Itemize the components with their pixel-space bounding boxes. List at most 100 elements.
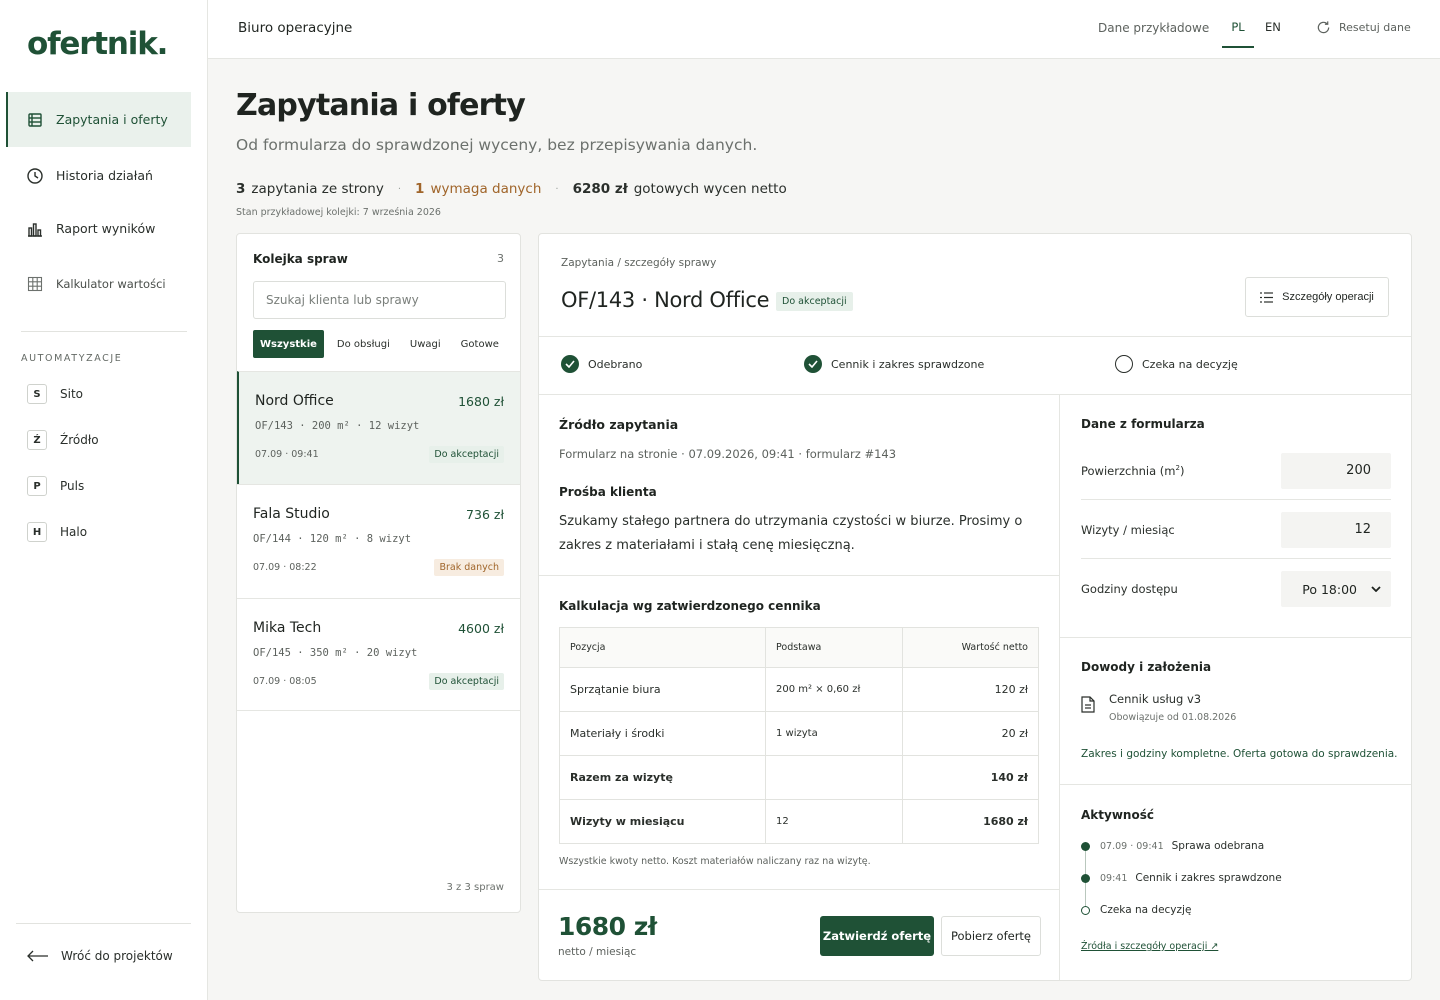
timeline-dot bbox=[1081, 873, 1090, 883]
operation-details-button[interactable]: Szczegóły operacji bbox=[1245, 277, 1389, 317]
hours-select[interactable]: Po 18:00 bbox=[1281, 571, 1391, 607]
activity-time: 07.09 · 09:41 bbox=[1100, 840, 1164, 852]
case-meta: OF/145 · 350 m² · 20 wizyt bbox=[253, 647, 418, 659]
sidebar-item-report[interactable]: Raport wyników bbox=[6, 201, 191, 256]
step-received: Odebrano bbox=[561, 355, 642, 373]
detail-breadcrumb: Zapytania / szczegóły sprawy bbox=[561, 257, 717, 269]
activity-label: Sprawa odebrana bbox=[1171, 840, 1265, 852]
filter-notes[interactable]: Uwagi bbox=[403, 330, 448, 358]
automation-badge: P bbox=[27, 476, 47, 496]
status-badge: Do akceptacji bbox=[429, 446, 504, 463]
form-row-hours: Godziny dostępu Po 18:00 bbox=[1081, 560, 1391, 618]
automation-label: Sito bbox=[60, 387, 83, 401]
cell-value: 120 zł bbox=[902, 667, 1039, 712]
case-amount: 736 zł bbox=[466, 507, 504, 522]
summary-stats: 3 zapytania ze strony · 1 wymaga danych … bbox=[236, 181, 787, 197]
automation-zrodlo[interactable]: Ź Źródło bbox=[27, 430, 99, 450]
cell-value: 140 zł bbox=[902, 755, 1039, 800]
separator-dot: · bbox=[397, 183, 402, 195]
sidebar-item-calculator[interactable]: Kalkulator wartości bbox=[6, 256, 191, 311]
form-row-visits: Wizyty / miesiąc bbox=[1081, 501, 1391, 559]
cell-item: Materiały i środki bbox=[559, 711, 766, 756]
form-row-area: Powierzchnia (m2) bbox=[1081, 442, 1391, 500]
inquiries-count: 3 bbox=[236, 181, 246, 197]
lang-en-button[interactable]: EN bbox=[1265, 20, 1281, 46]
case-meta: OF/144 · 120 m² · 8 wizyt bbox=[253, 533, 412, 545]
status-badge: Do akceptacji bbox=[429, 673, 504, 690]
calc-title: Kalkulacja wg zatwierdzonego cennika bbox=[559, 599, 821, 613]
visits-input[interactable] bbox=[1281, 511, 1391, 548]
cell-value: 20 zł bbox=[902, 711, 1039, 756]
area-input[interactable] bbox=[1281, 452, 1391, 489]
empty-circle-icon bbox=[1115, 355, 1133, 373]
sample-data-label: Dane przykładowe bbox=[1098, 21, 1210, 35]
timeline-dot bbox=[1081, 905, 1090, 915]
case-item[interactable]: Nord Office 1680 zł OF/143 · 200 m² · 12… bbox=[237, 371, 520, 484]
automation-badge: H bbox=[27, 522, 47, 542]
activity-label: Cennik i zakres sprawdzone bbox=[1135, 872, 1282, 884]
step-checked: Cennik i zakres sprawdzone bbox=[804, 355, 984, 373]
sidebar-item-label: Historia działań bbox=[56, 168, 153, 183]
cell-base: 1 wizyta bbox=[765, 711, 903, 756]
reset-button[interactable]: Resetuj dane bbox=[1316, 20, 1411, 35]
table-row: Wizyty w miesiącu 12 1680 zł bbox=[559, 799, 1039, 844]
sidebar-item-inquiries[interactable]: Zapytania i oferty bbox=[6, 92, 191, 147]
automation-halo[interactable]: H Halo bbox=[27, 522, 87, 542]
step-label: Czeka na decyzję bbox=[1142, 357, 1238, 371]
queue-title: Kolejka spraw bbox=[253, 252, 348, 266]
topbar: Biuro operacyjne Dane przykładowe PL EN … bbox=[208, 0, 1440, 59]
list-icon bbox=[26, 111, 44, 129]
activity-item: Czeka na decyzję bbox=[1081, 904, 1191, 916]
automation-sito[interactable]: S Sito bbox=[27, 384, 83, 404]
sidebar-item-history[interactable]: Historia działań bbox=[6, 148, 191, 203]
automation-puls[interactable]: P Puls bbox=[27, 476, 84, 496]
filter-to-handle[interactable]: Do obsługi bbox=[330, 330, 397, 358]
breadcrumb: Biuro operacyjne bbox=[238, 20, 353, 36]
total-sublabel: netto / miesiąc bbox=[558, 946, 637, 958]
approve-offer-button[interactable]: Zatwierdź ofertę bbox=[820, 916, 934, 956]
case-amount: 4600 zł bbox=[458, 621, 504, 636]
automation-label: Halo bbox=[60, 525, 88, 539]
request-title: Prośba klienta bbox=[559, 485, 657, 499]
lang-pl-button[interactable]: PL bbox=[1222, 20, 1254, 48]
sidebar: ofertnik. Zapytania i oferty Historia dz… bbox=[0, 0, 208, 1000]
case-item[interactable]: Mika Tech 4600 zł OF/145 · 350 m² · 20 w… bbox=[237, 598, 520, 711]
step-awaiting-decision: Czeka na decyzję bbox=[1115, 355, 1238, 373]
calc-table: Pozycja Podstawa Wartość netto Sprzątani… bbox=[559, 627, 1039, 844]
case-amount: 1680 zł bbox=[458, 394, 504, 409]
sidebar-item-label: Zapytania i oferty bbox=[56, 112, 168, 127]
search-input[interactable] bbox=[253, 281, 506, 319]
sidebar-item-label: Kalkulator wartości bbox=[56, 276, 166, 291]
ready-amount: 6280 zł bbox=[572, 181, 628, 197]
case-name: Fala Studio bbox=[253, 506, 330, 522]
download-offer-button[interactable]: Pobierz ofertę bbox=[941, 916, 1041, 956]
column-header: Wartość netto bbox=[902, 627, 1039, 668]
calc-note: Wszystkie kwoty netto. Koszt materiałów … bbox=[559, 856, 871, 867]
field-label: Powierzchnia (m2) bbox=[1081, 463, 1185, 478]
cell-item: Razem za wizytę bbox=[559, 755, 766, 800]
operation-sources-link[interactable]: Źródła i szczegóły operacji ↗ bbox=[1081, 941, 1218, 952]
back-link-label: Wróć do projektów bbox=[61, 949, 173, 963]
filter-all[interactable]: Wszystkie bbox=[253, 330, 324, 358]
automation-badge: Ź bbox=[27, 430, 47, 450]
case-item[interactable]: Fala Studio 736 zł OF/144 · 120 m² · 8 w… bbox=[237, 484, 520, 597]
evidence-document[interactable]: Cennik usług v3 Obowiązuje od 01.08.2026 bbox=[1081, 692, 1236, 723]
divider bbox=[539, 575, 1059, 576]
status-badge: Do akceptacji bbox=[776, 292, 853, 311]
back-to-projects-link[interactable]: Wróć do projektów bbox=[27, 949, 173, 963]
check-icon bbox=[804, 355, 822, 373]
ready-label: gotowych wycen netto bbox=[633, 181, 787, 197]
source-text: Formularz na stronie · 07.09.2026, 09:41… bbox=[559, 447, 897, 461]
cell-base: 200 m² × 0,60 zł bbox=[765, 667, 903, 712]
page-subtitle: Od formularza do sprawdzonej wyceny, bez… bbox=[236, 136, 758, 154]
logo: ofertnik. bbox=[27, 26, 168, 62]
filter-done[interactable]: Gotowe bbox=[454, 330, 506, 358]
filter-tabs: Wszystkie Do obsługi Uwagi Gotowe bbox=[253, 330, 506, 358]
cell-base bbox=[765, 755, 903, 800]
table-row: Materiały i środki 1 wizyta 20 zł bbox=[559, 711, 1039, 756]
grid-icon bbox=[26, 275, 44, 293]
evidence-note: Zakres i godziny kompletne. Oferta gotow… bbox=[1081, 748, 1398, 760]
queue-state-note: Stan przykładowej kolejki: 7 września 20… bbox=[236, 207, 441, 218]
field-label: Godziny dostępu bbox=[1081, 582, 1178, 596]
cell-item: Sprzątanie biura bbox=[559, 667, 766, 712]
